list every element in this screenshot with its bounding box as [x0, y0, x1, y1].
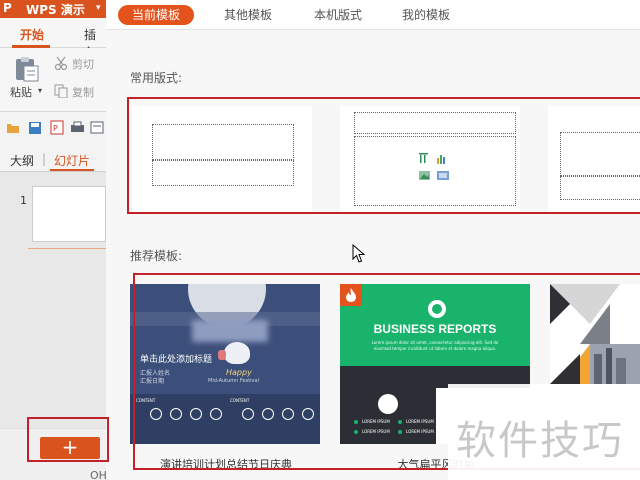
subtitle-placeholder: [152, 160, 294, 186]
cut-button[interactable]: 剪切: [72, 56, 94, 72]
tab-local-layouts[interactable]: 本机版式: [314, 5, 362, 25]
layouts-heading: 常用版式:: [130, 71, 183, 85]
layout-title-content[interactable]: [340, 106, 520, 212]
center-circle-icon: [378, 394, 398, 414]
preview-icon[interactable]: [90, 121, 104, 134]
ribbon-toolbar: 粘贴 ▾ 剪切 复制: [0, 48, 106, 112]
slide-thumbnail[interactable]: [32, 186, 106, 242]
status-text: OH: [90, 469, 106, 480]
content-type-icons: [419, 153, 449, 180]
ribbon-tab-bar: 开始 插入: [0, 18, 106, 59]
flame-icon: [346, 288, 356, 302]
active-tab-indicator: [50, 169, 94, 171]
globe-icon: [428, 300, 446, 318]
chevron-down-icon[interactable]: ▾: [96, 3, 101, 13]
tab-divider: |: [42, 152, 47, 166]
slide-panel-footer: + OH: [0, 428, 106, 480]
content-placeholder: [560, 176, 640, 200]
tab-current-templates[interactable]: 当前模板: [118, 5, 195, 25]
paste-dropdown-icon[interactable]: ▾: [38, 86, 42, 95]
happy-script: Happy: [226, 368, 252, 377]
blurred-text: [192, 320, 268, 342]
template-card-1[interactable]: 单击此处添加标题 汇报人姓名 汇报日期 Happy Mid-Autumn Fes…: [130, 284, 322, 480]
title-bar: P WPS 演示 ▾: [0, 0, 106, 18]
content-label-left: CONTENT: [136, 398, 156, 403]
layout-title-slide[interactable]: [132, 106, 312, 212]
lantern-shape: [218, 350, 226, 360]
app-title[interactable]: WPS 演示: [26, 1, 85, 18]
wps-app-window: P WPS 演示 ▾ 开始 插入 粘贴 ▾ 剪切 复制: [0, 0, 106, 480]
tab-my-templates[interactable]: 我的模板: [402, 5, 450, 25]
save-icon[interactable]: [28, 121, 42, 135]
toc-circles-right: [242, 408, 314, 424]
toc-circles-left: [150, 408, 222, 424]
festival-script: Mid-Autumn Festival: [208, 378, 259, 384]
title-placeholder: [560, 132, 640, 176]
templates-heading: 推荐模板:: [130, 249, 183, 263]
template-title-text: BUSINESS REPORTS: [373, 322, 497, 336]
quick-access-toolbar: P: [0, 116, 106, 140]
template-title-text: 单击此处添加标题: [140, 355, 213, 365]
tab-home[interactable]: 开始: [20, 26, 44, 43]
insertion-marker: [28, 248, 106, 249]
template-subtitle: Lorem ipsum dolor sit amet, consectetur …: [371, 340, 499, 351]
mouse-cursor-icon: [352, 244, 366, 263]
watermark: 软件技巧: [448, 384, 640, 480]
tab-slides[interactable]: 幻灯片: [54, 152, 90, 169]
print-icon[interactable]: [70, 121, 85, 134]
title-placeholder: [354, 112, 516, 134]
copy-button[interactable]: 复制: [72, 84, 94, 100]
template-thumbnail: 单击此处添加标题 汇报人姓名 汇报日期 Happy Mid-Autumn Fes…: [130, 284, 320, 444]
template-tab-bar: 当前模板 其他模板 本机版式 我的模板: [106, 0, 640, 30]
title-placeholder: [152, 124, 294, 160]
slide-thumbnail-list: 1: [0, 172, 106, 428]
svg-text:P: P: [53, 124, 58, 133]
paste-icon[interactable]: [14, 56, 40, 82]
list-label: LOREM IPSUM: [362, 419, 390, 424]
list-label: LOREM IPSUM: [362, 429, 390, 434]
copy-icon[interactable]: [54, 84, 68, 98]
slide-panel-tabs: 大纲 | 幻灯片: [0, 146, 106, 172]
tab-outline[interactable]: 大纲: [10, 152, 34, 169]
watermark-text: 软件技巧: [456, 418, 624, 464]
slide-number: 1: [20, 194, 27, 207]
paste-button[interactable]: 粘贴: [10, 84, 32, 100]
date-line: 汇报日期: [140, 378, 165, 385]
tab-other-templates[interactable]: 其他模板: [224, 5, 272, 25]
template-name[interactable]: 演讲培训计划总结节日庆典: [130, 456, 322, 472]
list-label: LOREM IPSUM: [406, 419, 434, 424]
content-label-right: CONTENT: [230, 398, 250, 403]
export-pdf-icon[interactable]: P: [50, 120, 64, 135]
open-folder-icon[interactable]: [6, 122, 20, 134]
list-label: LOREM IPSUM: [406, 429, 434, 434]
scissors-icon[interactable]: [54, 56, 68, 70]
rabbit-figure: [224, 342, 250, 364]
add-slide-button[interactable]: +: [40, 437, 100, 459]
layout-two-content[interactable]: [548, 106, 640, 212]
wps-logo: P: [3, 1, 12, 15]
